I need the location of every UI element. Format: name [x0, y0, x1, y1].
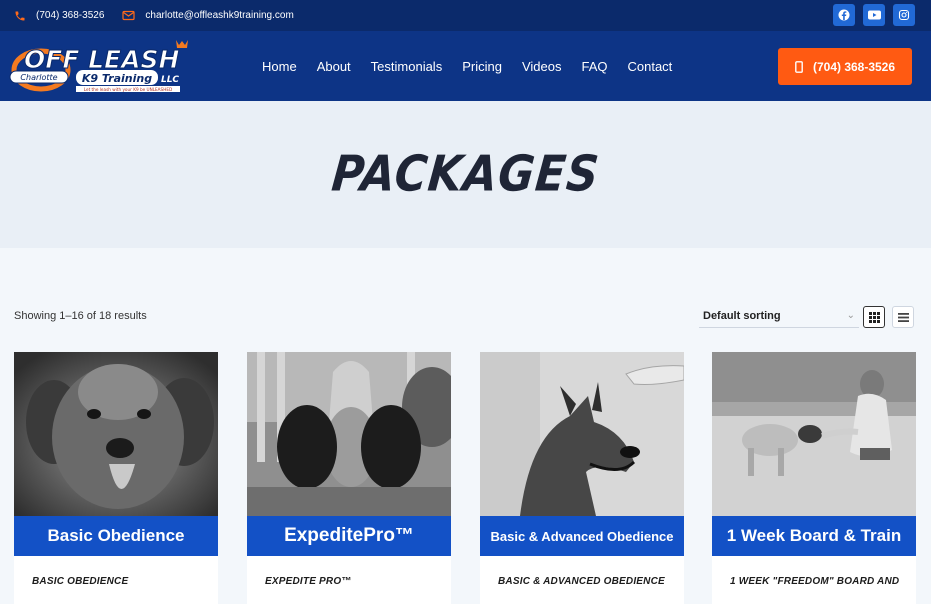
results-count: Showing 1–16 of 18 results: [14, 310, 147, 322]
product-title[interactable]: EXPEDITE PRO™: [265, 576, 352, 587]
page-hero: PACKAGES: [0, 101, 931, 248]
product-card[interactable]: ExpeditePro™ EXPEDITE PRO™: [247, 352, 451, 604]
sorting-value: Default sorting: [703, 310, 781, 322]
svg-text:LLC: LLC: [161, 75, 179, 85]
chevron-down-icon: ⌄: [846, 310, 855, 321]
mail-icon: [122, 10, 135, 21]
topbar-phone[interactable]: (704) 368-3526: [14, 10, 104, 22]
instagram-icon[interactable]: [893, 4, 915, 26]
product-banner: Basic & Advanced Obedience: [480, 516, 684, 556]
product-card[interactable]: Basic Obedience BASIC OBEDIENCE: [14, 352, 218, 604]
list-view-button[interactable]: [892, 306, 914, 328]
nav-testimonials[interactable]: Testimonials: [371, 59, 443, 74]
nav-home[interactable]: Home: [262, 59, 297, 74]
svg-text:OFF LEASH: OFF LEASH: [24, 45, 179, 74]
product-banner: 1 Week Board & Train: [712, 516, 916, 556]
top-bar: (704) 368-3526 charlotte@offleashk9train…: [0, 0, 931, 31]
product-card[interactable]: 1 Week Board & Train 1 WEEK "FREEDOM" BO…: [712, 352, 916, 604]
phone-icon: [15, 11, 25, 20]
youtube-icon[interactable]: [863, 4, 885, 26]
nav-about[interactable]: About: [317, 59, 351, 74]
product-card[interactable]: Basic & Advanced Obedience BASIC & ADVAN…: [480, 352, 684, 604]
nav-contact[interactable]: Contact: [627, 59, 672, 74]
nav-faq[interactable]: FAQ: [581, 59, 607, 74]
sorting-select[interactable]: Default sorting ⌄: [699, 305, 859, 328]
product-image-shepherd-treat[interactable]: [480, 352, 684, 516]
site-header: OFF LEASH Charlotte K9 Training LLC Let …: [0, 31, 931, 101]
facebook-icon[interactable]: [833, 4, 855, 26]
page-title: PACKAGES: [329, 145, 602, 204]
svg-text:Let the leash with your K9 be: Let the leash with your K9 be UNLEASHED: [84, 87, 172, 92]
mobile-phone-icon: [795, 60, 803, 73]
product-title[interactable]: BASIC & ADVANCED OBEDIENCE: [498, 576, 665, 587]
product-image-beach-dogs[interactable]: [712, 352, 916, 516]
site-logo[interactable]: OFF LEASH Charlotte K9 Training LLC Let …: [8, 37, 198, 95]
product-title[interactable]: 1 WEEK "FREEDOM" BOARD AND: [730, 576, 899, 587]
grid-view-button[interactable]: [863, 306, 885, 328]
nav-pricing[interactable]: Pricing: [462, 59, 502, 74]
call-button[interactable]: (704) 368-3526: [778, 48, 912, 85]
topbar-phone-text: (704) 368-3526: [36, 10, 105, 21]
product-image-woman-with-dogs[interactable]: [247, 352, 451, 516]
svg-text:Charlotte: Charlotte: [20, 73, 57, 82]
topbar-email[interactable]: charlotte@offleashk9training.com: [122, 10, 294, 21]
topbar-email-text: charlotte@offleashk9training.com: [145, 10, 294, 21]
product-banner: ExpeditePro™: [247, 516, 451, 556]
list-icon: [897, 312, 909, 322]
product-title[interactable]: BASIC OBEDIENCE: [32, 576, 128, 587]
call-button-label: (704) 368-3526: [812, 59, 896, 74]
main-nav: Home About Testimonials Pricing Videos F…: [252, 31, 682, 101]
svg-text:K9 Training: K9 Training: [82, 72, 152, 85]
social-links: [833, 4, 915, 26]
product-image-dog-portrait[interactable]: [14, 352, 218, 516]
grid-icon: [868, 311, 880, 323]
product-banner: Basic Obedience: [14, 516, 218, 556]
nav-videos[interactable]: Videos: [522, 59, 562, 74]
